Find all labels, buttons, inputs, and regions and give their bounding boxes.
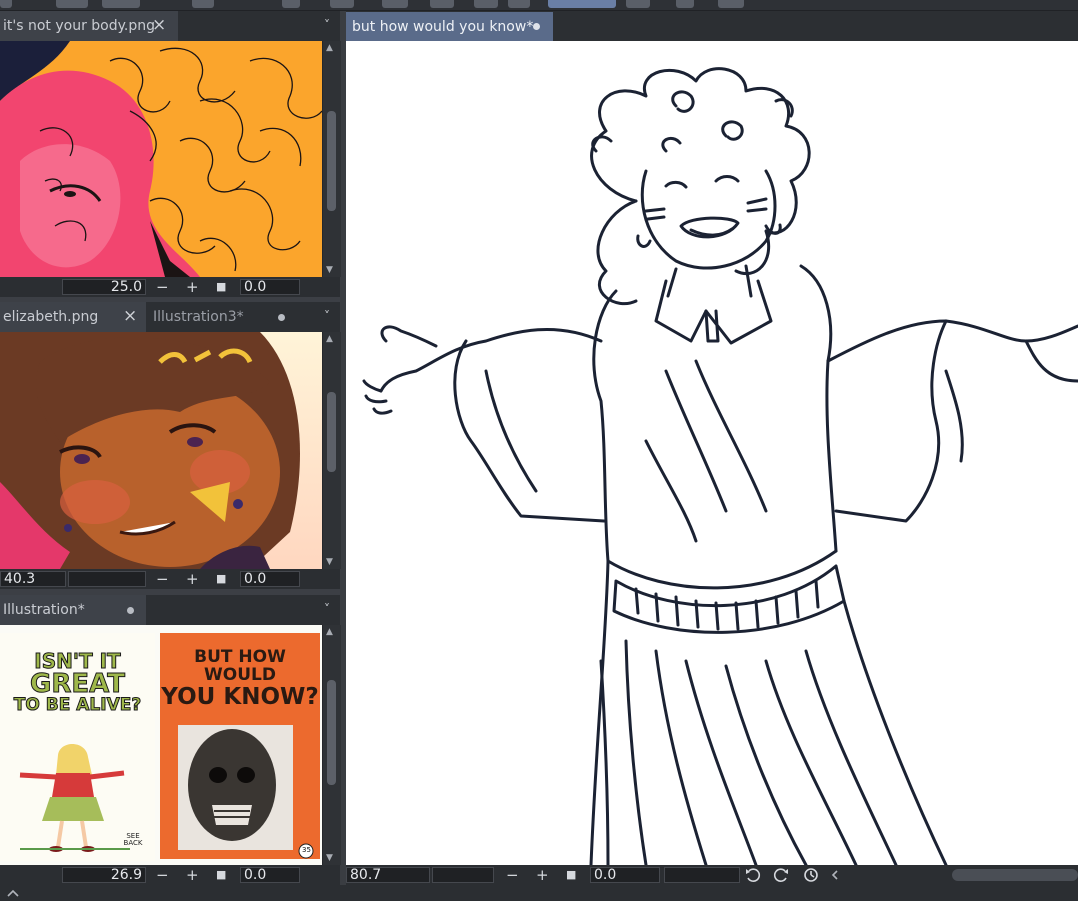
- toolbar-button[interactable]: [474, 0, 498, 8]
- close-icon[interactable]: ×: [123, 308, 137, 325]
- scroll-left-icon[interactable]: [830, 868, 840, 882]
- poster-left-line1: ISN'T IT: [34, 649, 121, 673]
- close-icon[interactable]: ×: [152, 17, 166, 34]
- toolbar-button[interactable]: [0, 0, 12, 8]
- chevron-up-icon[interactable]: [6, 888, 20, 898]
- poster-right-line1: BUT HOW WOULD: [194, 647, 286, 685]
- poster-right-title: BUT HOW WOULD YOU KNOW?: [160, 647, 320, 710]
- chevron-down-icon[interactable]: ˅: [324, 602, 330, 616]
- rotate-left-icon[interactable]: [744, 867, 762, 883]
- scroll-down-icon[interactable]: ▼: [326, 853, 333, 863]
- tab-label: Illustration3*: [153, 309, 244, 325]
- rotation-field[interactable]: 0.0: [240, 867, 300, 883]
- scroll-thumb[interactable]: [327, 680, 336, 785]
- rotation-slider[interactable]: [664, 867, 740, 883]
- artwork-elizabeth: [0, 332, 322, 569]
- toolbar-strip: [0, 0, 1078, 11]
- rotation-field[interactable]: 0.0: [240, 571, 300, 587]
- chevron-down-icon[interactable]: ˅: [324, 18, 330, 32]
- panel3-vscrollbar[interactable]: ▲ ▼: [322, 625, 341, 865]
- panel1-statusbar: 25.0 − + ■ 0.0: [0, 277, 340, 297]
- thumbnail-illustration[interactable]: ISN'T IT GREAT TO BE ALIVE? SEE BACK BUT…: [0, 625, 322, 865]
- poster-left-title: ISN'T IT GREAT TO BE ALIVE?: [0, 649, 155, 715]
- toolbar-button[interactable]: [508, 0, 530, 8]
- panel1-tabbar: it's not your body.png × ˅: [0, 11, 340, 41]
- thumbnail-elizabeth[interactable]: [0, 332, 322, 569]
- scroll-up-icon[interactable]: ▲: [326, 334, 333, 344]
- toolbar-button[interactable]: [676, 0, 694, 8]
- tab-label: but how would you know*: [352, 18, 534, 35]
- horizontal-scrollbar-thumb[interactable]: [952, 869, 1078, 881]
- panel1-vscrollbar[interactable]: ▲ ▼: [322, 41, 341, 277]
- zoom-out-button[interactable]: −: [156, 569, 169, 589]
- zoom-out-button[interactable]: −: [156, 277, 169, 297]
- reset-rotation-icon[interactable]: [802, 867, 820, 883]
- toolbar-button[interactable]: [382, 0, 408, 8]
- main-statusbar: 80.7 − + ■ 0.0: [346, 865, 1078, 885]
- zoom-field[interactable]: 40.3: [0, 571, 66, 587]
- tab-but-how-would-you-know[interactable]: but how would you know*: [346, 12, 553, 41]
- poster-right-line2: YOU KNOW?: [161, 683, 319, 710]
- zoom-out-button[interactable]: −: [506, 865, 519, 885]
- zoom-slider[interactable]: [432, 867, 494, 883]
- toolbar-button[interactable]: [102, 0, 140, 8]
- toolbar-button[interactable]: [430, 0, 454, 8]
- zoom-in-button[interactable]: +: [186, 277, 199, 297]
- panel3-statusbar: 26.9 − + ■ 0.0: [0, 865, 340, 885]
- poster-left-line2: GREAT: [30, 669, 126, 699]
- rotate-right-icon[interactable]: [772, 867, 790, 883]
- fit-button[interactable]: ■: [216, 569, 226, 589]
- scroll-up-icon[interactable]: ▲: [326, 43, 333, 53]
- unsaved-dot-icon: [127, 607, 134, 614]
- panel2-statusbar: 40.3 − + ■ 0.0: [0, 569, 340, 589]
- scroll-down-icon[interactable]: ▼: [326, 557, 333, 567]
- panel2-vscrollbar[interactable]: ▲ ▼: [322, 332, 341, 569]
- zoom-in-button[interactable]: +: [186, 865, 199, 885]
- fit-button[interactable]: ■: [216, 865, 226, 885]
- zoom-field[interactable]: 26.9: [62, 867, 146, 883]
- scroll-down-icon[interactable]: ▼: [326, 265, 333, 275]
- fit-button[interactable]: ■: [216, 277, 226, 297]
- poster-left-signature: SEE BACK: [123, 832, 143, 847]
- poster-right-badge: 35: [302, 846, 311, 854]
- unsaved-dot-icon: [278, 314, 285, 321]
- zoom-in-button[interactable]: +: [536, 865, 549, 885]
- tab-label: it's not your body.png: [3, 18, 156, 34]
- rotation-field[interactable]: 0.0: [590, 867, 660, 883]
- poster-left-line3: TO BE ALIVE?: [13, 695, 142, 715]
- thumbnail-its-not-your-body[interactable]: [0, 41, 322, 277]
- bottom-bar: [0, 885, 1078, 901]
- toolbar-button-active[interactable]: [548, 0, 616, 8]
- toolbar-button[interactable]: [192, 0, 214, 8]
- main-canvas[interactable]: [346, 41, 1078, 865]
- toolbar-button[interactable]: [282, 0, 300, 8]
- panel2-tabbar: elizabeth.png × Illustration3* ˅: [0, 302, 340, 332]
- scroll-thumb[interactable]: [327, 392, 336, 472]
- tab-label: Illustration*: [3, 602, 85, 618]
- sketch-drawing: [362, 67, 1078, 865]
- scroll-up-icon[interactable]: ▲: [326, 627, 333, 637]
- rotation-field[interactable]: 0.0: [240, 279, 300, 295]
- tab-illustration[interactable]: Illustration*: [0, 595, 146, 625]
- artwork-pink-orange: [0, 41, 322, 277]
- fit-button[interactable]: ■: [566, 865, 576, 885]
- toolbar-button[interactable]: [626, 0, 650, 8]
- zoom-field[interactable]: 80.7: [346, 867, 430, 883]
- toolbar-button[interactable]: [718, 0, 744, 8]
- toolbar-button[interactable]: [56, 0, 88, 8]
- zoom-out-button[interactable]: −: [156, 865, 169, 885]
- chevron-down-icon[interactable]: ˅: [324, 309, 330, 323]
- zoom-field[interactable]: 25.0: [62, 279, 146, 295]
- zoom-in-button[interactable]: +: [186, 569, 199, 589]
- scroll-thumb[interactable]: [327, 111, 336, 211]
- unsaved-dot-icon: [533, 23, 540, 30]
- zoom-slider[interactable]: [68, 571, 146, 587]
- toolbar-button[interactable]: [330, 0, 354, 8]
- tab-label: elizabeth.png: [3, 309, 99, 325]
- panel3-tabbar: Illustration* ˅: [0, 595, 340, 625]
